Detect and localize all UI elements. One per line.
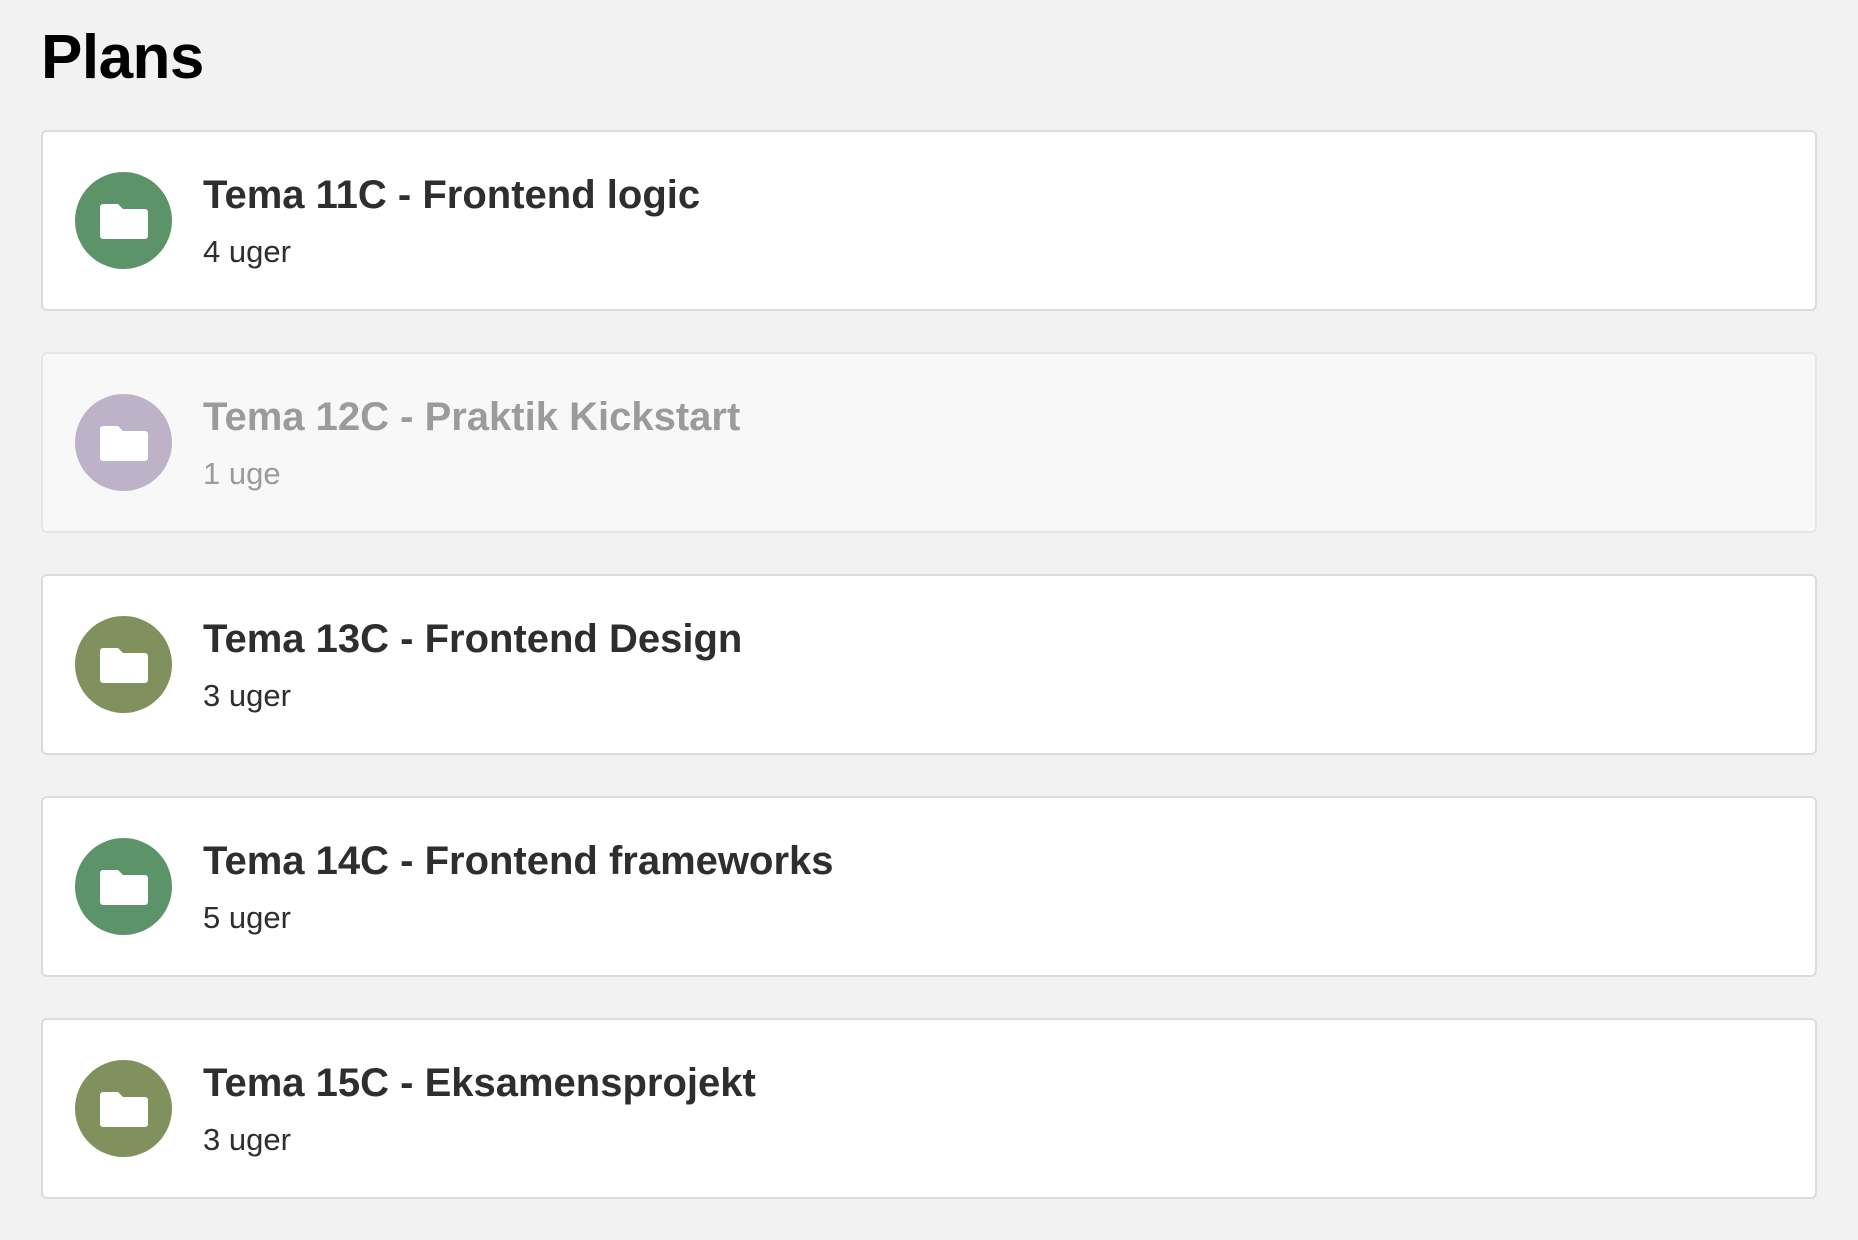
- plan-card: Tema 12C - Praktik Kickstart 1 uge: [41, 352, 1817, 533]
- plan-title: Tema 15C - Eksamensprojekt: [203, 1061, 756, 1105]
- folder-icon: [75, 394, 172, 491]
- plan-card[interactable]: Tema 15C - Eksamensprojekt 3 uger: [41, 1018, 1817, 1199]
- plan-title: Tema 14C - Frontend frameworks: [203, 839, 834, 883]
- plan-card[interactable]: Tema 14C - Frontend frameworks 5 uger: [41, 796, 1817, 977]
- plan-title: Tema 12C - Praktik Kickstart: [203, 395, 741, 439]
- folder-icon: [75, 1060, 172, 1157]
- plan-card[interactable]: Tema 13C - Frontend Design 3 uger: [41, 574, 1817, 755]
- plan-duration: 3 uger: [203, 678, 291, 713]
- page-title: Plans: [41, 23, 204, 92]
- folder-icon: [75, 616, 172, 713]
- plan-title: Tema 13C - Frontend Design: [203, 617, 743, 661]
- plan-card[interactable]: Tema 11C - Frontend logic 4 uger: [41, 130, 1817, 311]
- plan-list: Tema 11C - Frontend logic 4 uger Tema 12…: [41, 130, 1817, 1240]
- plan-title: Tema 11C - Frontend logic: [203, 173, 701, 217]
- plan-duration: 5 uger: [203, 900, 291, 935]
- plan-duration: 4 uger: [203, 234, 291, 269]
- plan-duration: 1 uge: [203, 456, 281, 491]
- plan-duration: 3 uger: [203, 1122, 291, 1157]
- folder-icon: [75, 172, 172, 269]
- folder-icon: [75, 838, 172, 935]
